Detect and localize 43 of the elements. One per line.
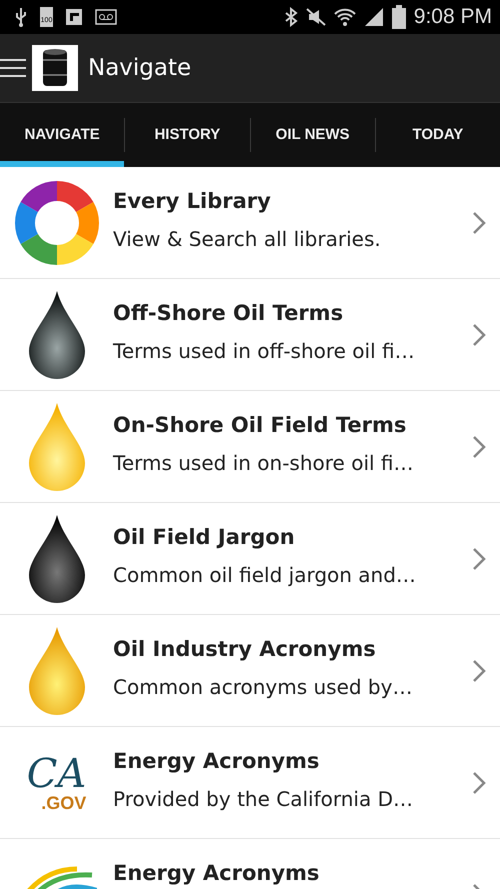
tab[interactable]: HISTORY <box>125 103 250 167</box>
library-title: Energy Acronyms <box>113 749 320 773</box>
library-title: On-Shore Oil Field Terms <box>113 413 408 437</box>
chevron-right-icon <box>472 322 486 346</box>
mute-icon <box>306 8 326 26</box>
wifi-icon <box>334 7 356 27</box>
ca-gov-logo: CA .GOV <box>26 754 86 812</box>
signal-icon <box>364 7 384 27</box>
library-title: Energy Acronyms <box>113 861 320 885</box>
bluetooth-icon <box>284 7 298 27</box>
clock-time: 9:08 PM <box>414 5 492 29</box>
library-list-item[interactable]: CA .GOV Energy Acronyms Provided by the California D… <box>0 727 500 839</box>
library-list-item[interactable]: Oil Industry Acronyms Common acronyms used by… <box>0 615 500 727</box>
tab[interactable]: TODAY <box>376 103 500 167</box>
library-description: View & Search all libraries. <box>113 227 382 251</box>
menu-icon[interactable] <box>0 57 26 79</box>
library-title: Every Library <box>113 189 272 213</box>
library-title: Oil Industry Acronyms <box>113 637 377 661</box>
chevron-right-icon <box>472 434 486 458</box>
chevron-right-icon <box>472 210 486 234</box>
battery-icon <box>392 5 406 29</box>
chevron-right-icon <box>472 658 486 682</box>
library-title: Oil Field Jargon <box>113 525 296 549</box>
library-list-item[interactable]: On-Shore Oil Field Terms Terms used in on-shore oil fi… <box>0 391 500 503</box>
oil-barrel-icon <box>32 45 78 91</box>
app-notification-icon <box>65 8 83 26</box>
library-list-item[interactable]: Oil Field Jargon Common oil field jargon and… <box>0 503 500 615</box>
library-description: Common oil field jargon and… <box>113 563 417 587</box>
library-list-item[interactable]: Every Library View & Search all libraries. <box>0 167 500 279</box>
library-list-item[interactable]: Energy Acronyms <box>0 839 500 889</box>
library-description: Terms used in on-shore oil fi… <box>113 451 415 475</box>
app-title: Navigate <box>88 55 192 81</box>
library-description: Common acronyms used by… <box>113 675 414 699</box>
library-title: Off-Shore Oil Terms <box>113 301 344 325</box>
chevron-right-icon <box>472 770 486 794</box>
library-description: Provided by the California D… <box>113 787 414 811</box>
tab[interactable]: OIL NEWS <box>250 103 375 167</box>
usb-icon <box>14 7 28 27</box>
library-list-item[interactable]: Off-Shore Oil Terms Terms used in off-shore oil fi… <box>0 279 500 391</box>
library-description: Terms used in off-shore oil fi… <box>113 339 416 363</box>
tab[interactable]: NAVIGATE <box>0 103 124 167</box>
chevron-right-icon <box>472 546 486 570</box>
voicemail-icon <box>95 9 117 25</box>
